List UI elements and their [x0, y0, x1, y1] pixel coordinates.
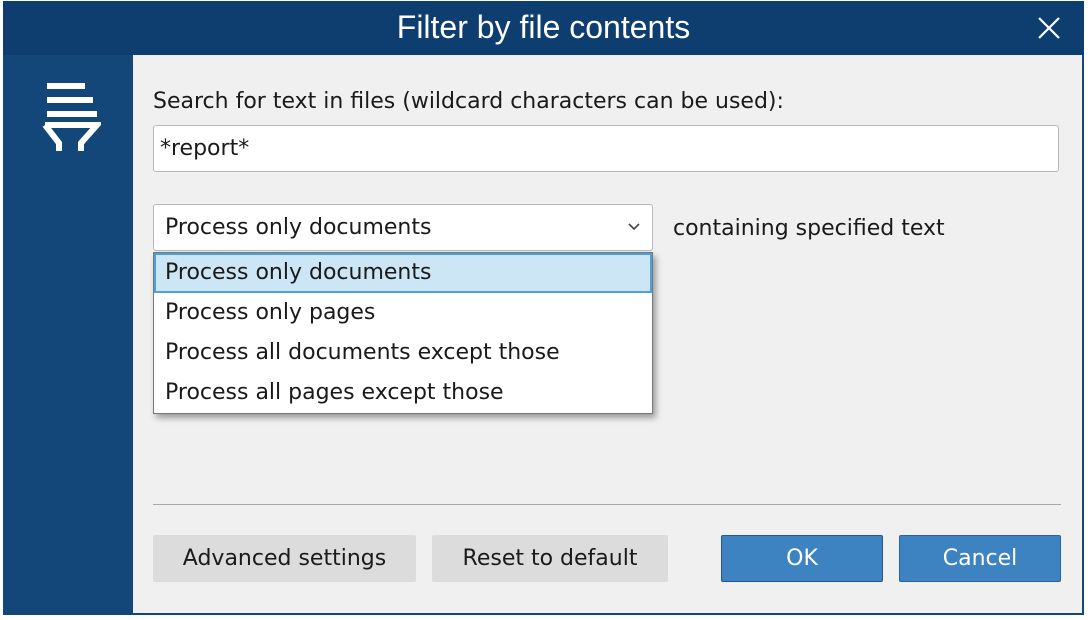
- dropdown-option-only-pages[interactable]: Process only pages: [154, 293, 652, 333]
- filter-icon: [42, 83, 101, 151]
- reset-to-default-button[interactable]: Reset to default: [432, 535, 668, 582]
- scope-select[interactable]: Process only documents: [153, 204, 653, 251]
- ok-button[interactable]: OK: [721, 535, 883, 582]
- advanced-settings-button[interactable]: Advanced settings: [153, 535, 416, 582]
- filter-dialog: Filter by file contents Search for text …: [3, 1, 1084, 615]
- title-bar: Filter by file contents: [3, 1, 1084, 55]
- cancel-button[interactable]: Cancel: [899, 535, 1061, 582]
- dropdown-option-only-documents[interactable]: Process only documents: [154, 253, 652, 293]
- close-icon[interactable]: [1036, 15, 1062, 41]
- dropdown-option-all-pages-except[interactable]: Process all pages except those: [154, 373, 652, 413]
- chevron-down-icon: [628, 223, 640, 231]
- sidebar: [3, 55, 133, 613]
- scope-dropdown-list: Process only documents Process only page…: [153, 252, 653, 414]
- dropdown-option-all-documents-except[interactable]: Process all documents except those: [154, 333, 652, 373]
- scope-suffix-label: containing specified text: [673, 216, 945, 241]
- search-label: Search for text in files (wildcard chara…: [153, 89, 784, 114]
- separator: [153, 504, 1061, 505]
- search-input[interactable]: [153, 125, 1059, 172]
- scope-select-value: Process only documents: [165, 215, 432, 240]
- dialog-content: Search for text in files (wildcard chara…: [133, 55, 1082, 613]
- dialog-title: Filter by file contents: [396, 9, 691, 45]
